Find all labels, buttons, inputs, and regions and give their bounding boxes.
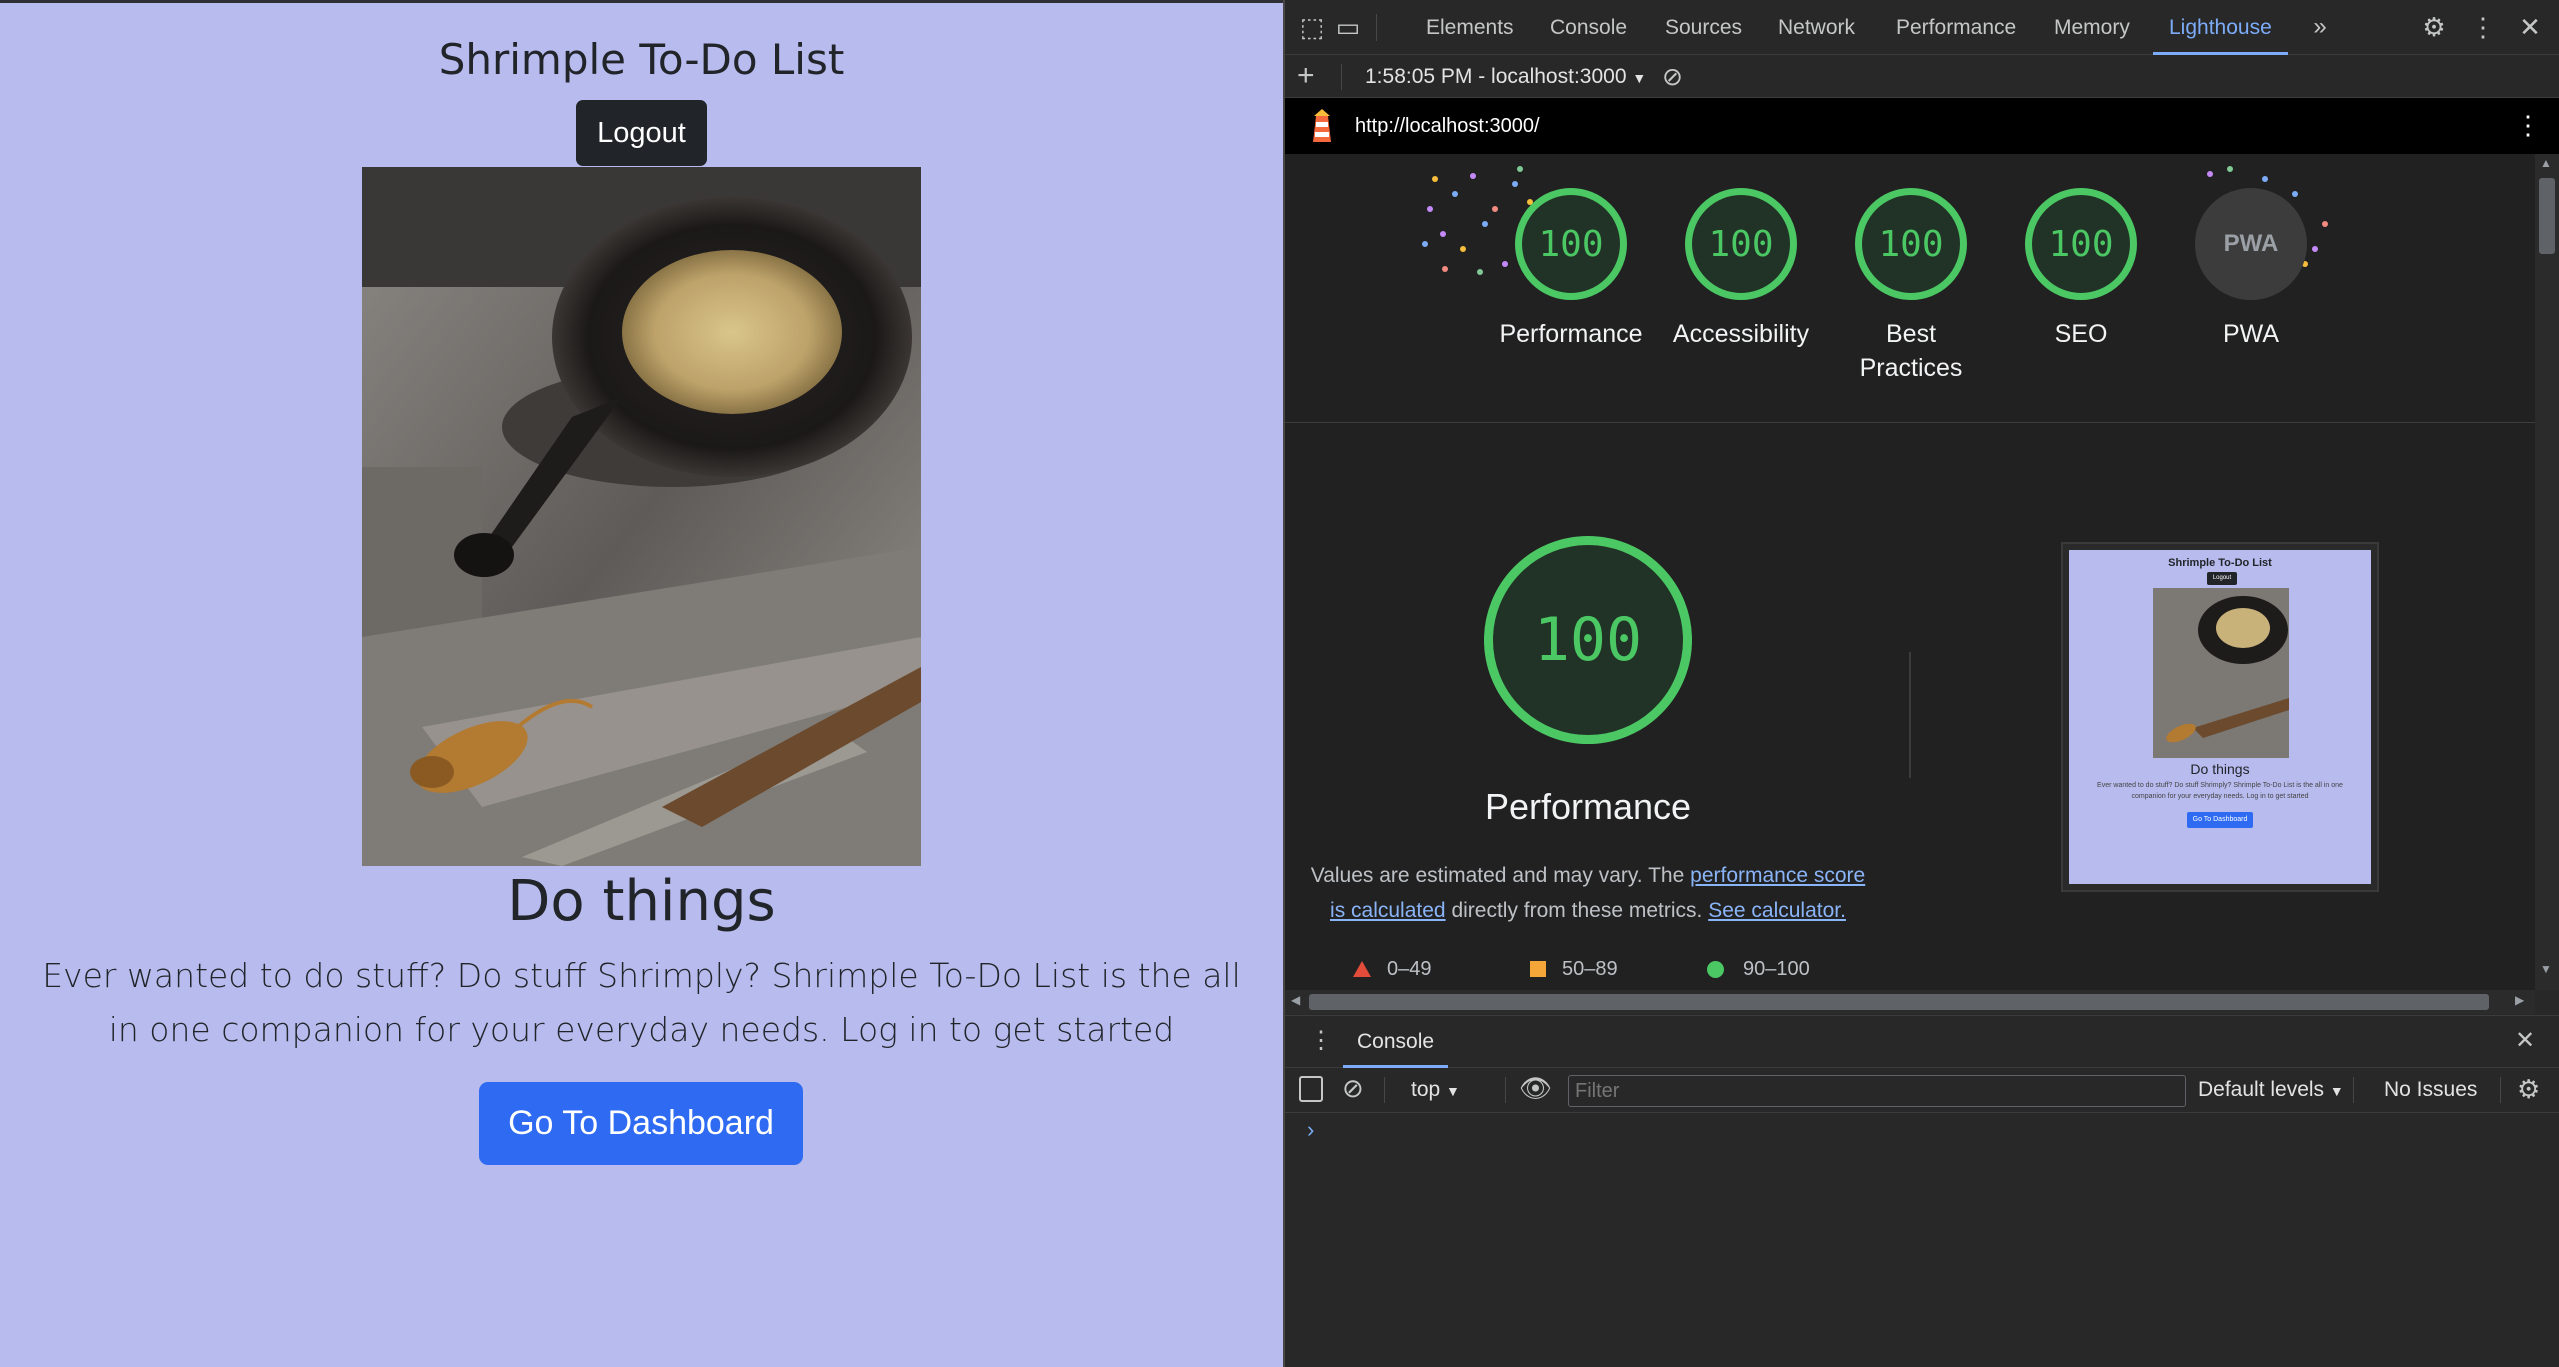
performance-score-gauge[interactable]: 100 xyxy=(1515,188,1627,300)
console-toolbar: ⊘ top ▼ 👁 Default levels ▼ No Issues ⚙ xyxy=(1285,1068,2559,1113)
context-caret-icon: ▼ xyxy=(1446,1083,1460,1099)
new-report-plus-icon[interactable]: + xyxy=(1297,60,1315,92)
issues-counter[interactable]: No Issues xyxy=(2384,1078,2477,1102)
thumbnail-logout: Logout xyxy=(2207,572,2237,585)
thumbnail-heading: Do things xyxy=(2190,761,2250,777)
site-title: Shrimple To-Do List xyxy=(438,35,845,84)
performance-note-text: Values are estimated and may vary. The xyxy=(1310,864,1685,887)
pass-circle-icon xyxy=(1707,961,1724,978)
console-settings-gear-icon[interactable]: ⚙ xyxy=(2517,1074,2540,1105)
scroll-left-arrow-icon[interactable]: ◀ xyxy=(1291,993,1300,1007)
console-toolbar-divider xyxy=(1384,1077,1385,1103)
scroll-up-arrow-icon[interactable]: ▲ xyxy=(2540,156,2552,170)
pwa-badge-icon[interactable]: PWA xyxy=(2195,188,2307,300)
horizontal-scroll-thumb[interactable] xyxy=(1309,994,2489,1010)
toolbar-divider xyxy=(1376,14,1377,41)
vertical-divider xyxy=(1909,652,1911,778)
pwa-category-label[interactable]: PWA xyxy=(2166,317,2336,351)
report-url-bar: http://localhost:3000/ ⋮ xyxy=(1285,98,2559,154)
web-page: Shrimple To-Do List Logout Do things Eve… xyxy=(0,0,1283,1367)
performance-large-gauge: 100 xyxy=(1484,536,1692,744)
console-prompt-chevron-icon: › xyxy=(1307,1117,1315,1142)
drawer-menu-icon[interactable]: ⋮ xyxy=(1309,1026,1333,1055)
console-output[interactable]: › xyxy=(1285,1113,2559,1367)
console-toolbar-divider-4 xyxy=(2500,1077,2501,1103)
more-options-icon[interactable]: ⋮ xyxy=(2468,12,2498,42)
scroll-down-arrow-icon[interactable]: ▼ xyxy=(2540,962,2552,976)
lighthouse-report-bar: + 1:58:05 PM - localhost:3000 ▼ ⊘ xyxy=(1285,56,2559,98)
legend-fail-range: 0–49 xyxy=(1387,958,1432,980)
dropdown-caret-icon: ▼ xyxy=(1632,70,1647,86)
tab-console[interactable]: Console xyxy=(1550,0,1627,55)
context-selector[interactable]: top ▼ xyxy=(1411,1078,1460,1102)
best-practices-score-gauge[interactable]: 100 xyxy=(1855,188,1967,300)
close-drawer-icon[interactable]: ✕ xyxy=(2515,1026,2535,1055)
console-filter-input[interactable] xyxy=(1568,1075,2186,1107)
settings-gear-icon[interactable]: ⚙ xyxy=(2419,12,2449,42)
log-levels-caret-icon: ▼ xyxy=(2329,1083,2344,1099)
inspect-element-icon[interactable]: ⬚ xyxy=(1297,12,1327,42)
context-selector-label: top xyxy=(1411,1078,1441,1101)
log-levels-label: Default levels xyxy=(2198,1078,2325,1101)
drawer-tabbar: ⋮ Console ✕ xyxy=(1285,1015,2559,1068)
tab-network[interactable]: Network xyxy=(1778,0,1855,55)
close-devtools-icon[interactable]: ✕ xyxy=(2515,12,2545,42)
see-calculator-link[interactable]: See calculator. xyxy=(1708,899,1846,922)
drawer-tab-console[interactable]: Console xyxy=(1343,1016,1449,1068)
lighthouse-logo-icon xyxy=(1313,109,1331,142)
reportbar-divider xyxy=(1341,64,1342,90)
performance-section-title: Performance xyxy=(1484,786,1692,827)
performance-note-text-2: directly from these metrics. xyxy=(1451,899,1703,922)
report-selector-label: 1:58:05 PM - localhost:3000 xyxy=(1365,65,1627,88)
thumbnail-lead: Ever wanted to do stuff? Do stuff Shrimp… xyxy=(2097,782,2343,800)
tab-memory[interactable]: Memory xyxy=(2054,0,2130,55)
report-vertical-scrollbar[interactable]: ▲ ▼ xyxy=(2535,154,2559,990)
lighthouse-report: 100 Performance 100 Accessibility 100 Be… xyxy=(1285,154,2535,990)
accessibility-category-label[interactable]: Accessibility xyxy=(1656,317,1826,351)
scroll-right-arrow-icon[interactable]: ▶ xyxy=(2515,993,2524,1007)
console-toolbar-divider-2 xyxy=(1505,1077,1506,1103)
sidebar-toggle-icon[interactable] xyxy=(1299,1076,1323,1102)
more-tabs-icon[interactable]: » xyxy=(2305,12,2335,42)
thumbnail-hero-image xyxy=(2153,588,2289,758)
thumbnail-title: Shrimple To-Do List xyxy=(2168,557,2272,569)
report-url[interactable]: http://localhost:3000/ xyxy=(1355,115,1540,138)
accessibility-score-gauge[interactable]: 100 xyxy=(1685,188,1797,300)
console-toolbar-divider-3 xyxy=(2353,1077,2354,1103)
clear-console-icon[interactable]: ⊘ xyxy=(1342,1073,1364,1104)
tab-elements[interactable]: Elements xyxy=(1426,0,1514,55)
vertical-scroll-thumb[interactable] xyxy=(2539,178,2555,254)
thumbnail-page: Shrimple To-Do List Logout Do things Eve… xyxy=(2069,550,2371,884)
report-menu-icon[interactable]: ⋮ xyxy=(2515,110,2541,141)
page-screenshot-thumbnail[interactable]: Shrimple To-Do List Logout Do things Eve… xyxy=(2061,542,2379,892)
seo-category-label[interactable]: SEO xyxy=(1996,317,2166,351)
average-square-icon xyxy=(1530,961,1546,977)
devtools-panel: ⬚ ▭ Elements Console Sources Network Per… xyxy=(1283,0,2559,1367)
tab-sources[interactable]: Sources xyxy=(1665,0,1742,55)
devtools-tabbar: ⬚ ▭ Elements Console Sources Network Per… xyxy=(1285,0,2559,55)
seo-score-gauge[interactable]: 100 xyxy=(2025,188,2137,300)
section-divider xyxy=(1285,422,2535,423)
tab-performance[interactable]: Performance xyxy=(1896,0,2016,55)
fail-triangle-icon xyxy=(1353,961,1371,977)
live-expression-eye-icon[interactable]: 👁 xyxy=(1519,1073,1552,1104)
clear-reports-icon[interactable]: ⊘ xyxy=(1662,62,1683,92)
report-selector[interactable]: 1:58:05 PM - localhost:3000 ▼ xyxy=(1365,65,1646,89)
thumbnail-cta: Go To Dashboard xyxy=(2187,812,2253,828)
hero-lead-text: Ever wanted to do stuff? Do stuff Shrimp… xyxy=(42,956,1241,1049)
performance-note: Values are estimated and may vary. The p… xyxy=(1305,858,1871,928)
go-to-dashboard-button[interactable]: Go To Dashboard xyxy=(479,1082,803,1165)
legend-average-range: 50–89 xyxy=(1562,958,1618,980)
logout-button[interactable]: Logout xyxy=(576,100,707,166)
performance-category-label[interactable]: Performance xyxy=(1486,317,1656,351)
device-toolbar-icon[interactable]: ▭ xyxy=(1333,12,1363,42)
hero-image xyxy=(362,167,921,866)
tab-lighthouse[interactable]: Lighthouse xyxy=(2153,0,2288,55)
hero-heading: Do things xyxy=(507,869,776,934)
legend-pass-range: 90–100 xyxy=(1743,958,1810,980)
best-practices-category-label[interactable]: Best Practices xyxy=(1826,317,1996,385)
report-horizontal-scrollbar[interactable]: ◀ ▶ xyxy=(1285,990,2535,1014)
log-levels-dropdown[interactable]: Default levels ▼ xyxy=(2198,1078,2344,1102)
